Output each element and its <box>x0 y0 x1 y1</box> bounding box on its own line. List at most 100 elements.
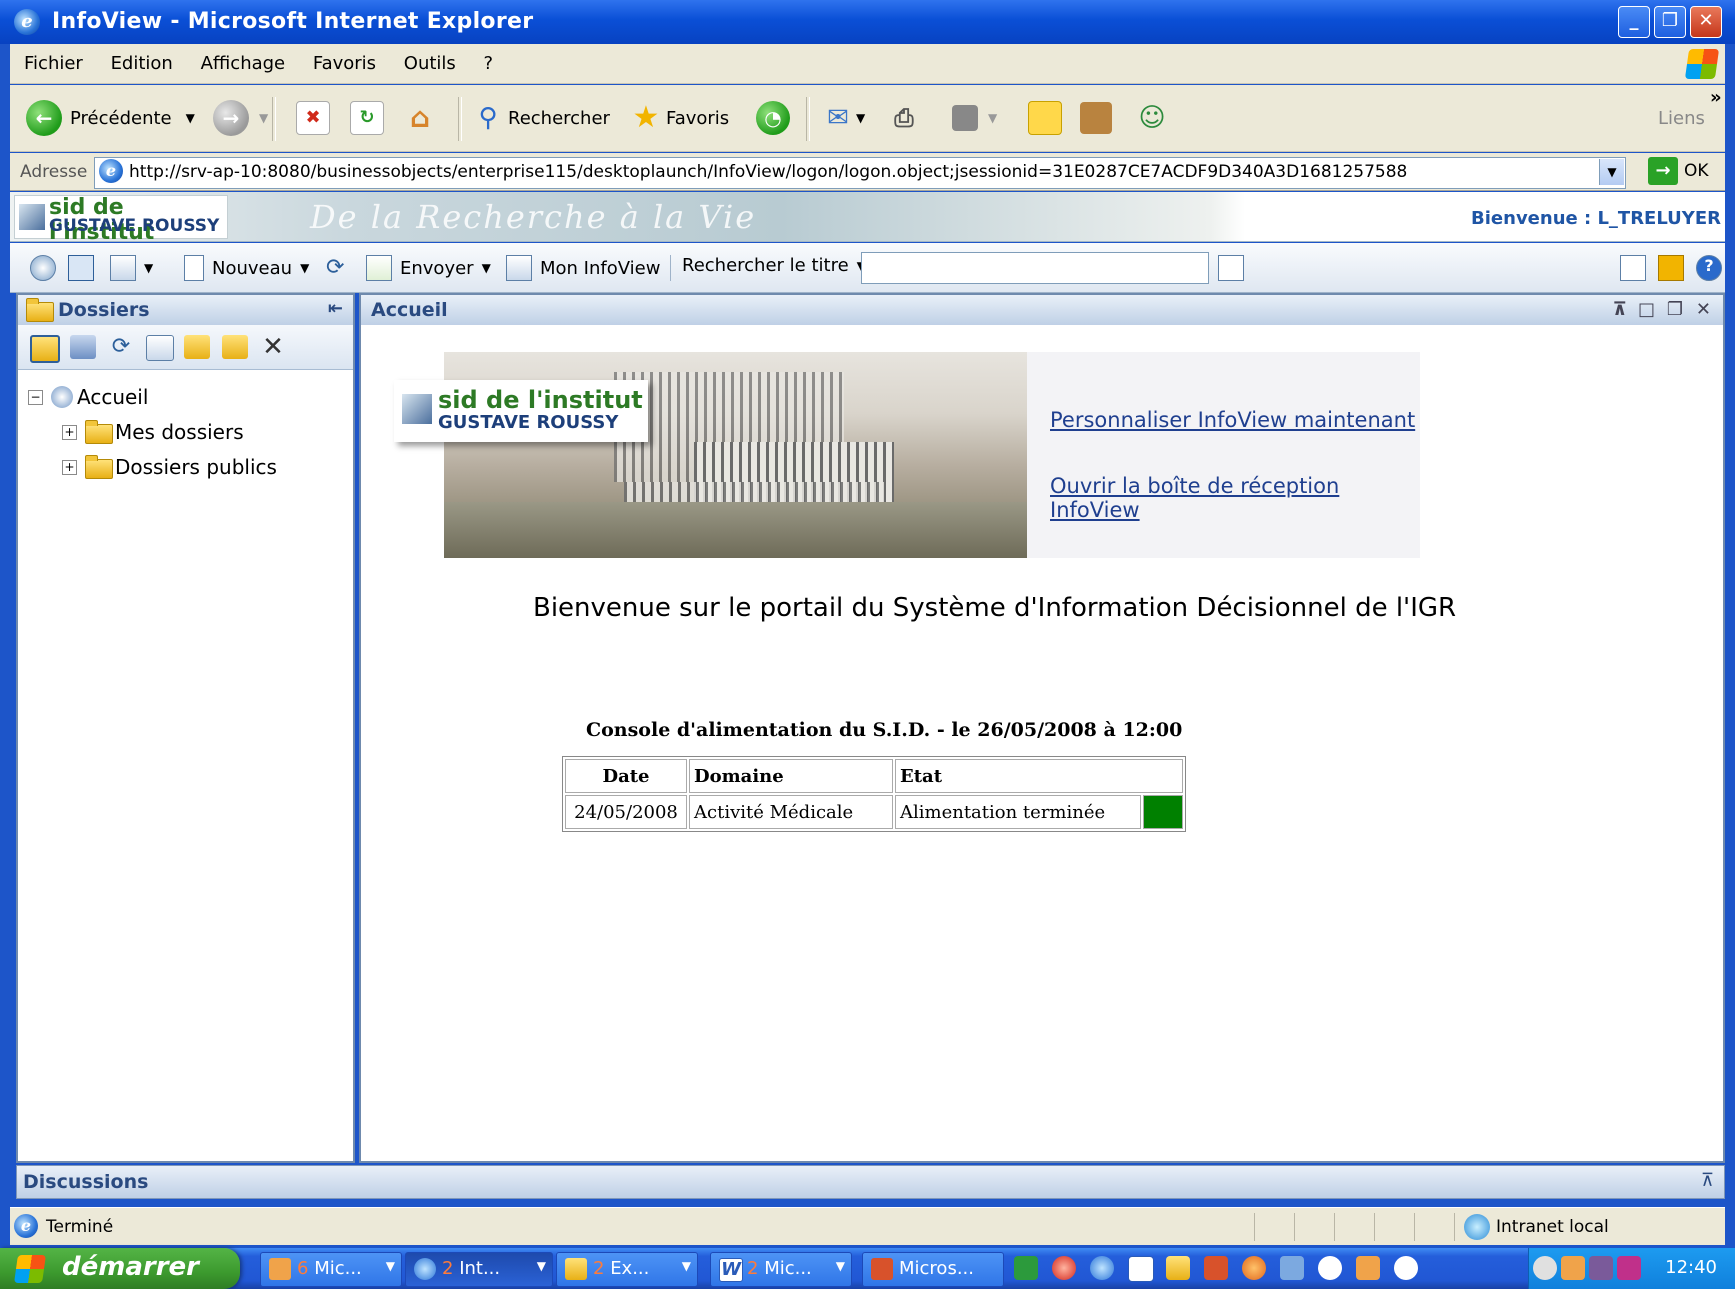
excel-icon[interactable] <box>1014 1256 1038 1280</box>
window-title-bar[interactable]: e InfoView - Microsoft Internet Explorer… <box>0 0 1735 44</box>
search-go-button[interactable] <box>1218 255 1252 281</box>
network-icon[interactable] <box>1589 1256 1613 1280</box>
logo-line-2: GUSTAVE ROUSSY <box>438 412 619 433</box>
maximize-icon[interactable]: □ <box>1638 299 1655 320</box>
task-button-internet-explorer[interactable]: 2 Int... ▼ <box>405 1252 553 1287</box>
send-button[interactable]: Envoyer ▼ <box>366 255 491 281</box>
help-button[interactable]: ? <box>1696 255 1730 281</box>
home-button[interactable] <box>30 255 64 281</box>
print-button[interactable]: ⎙ <box>888 98 920 138</box>
list-view-button[interactable] <box>68 255 102 281</box>
menu-edition[interactable]: Edition <box>111 44 173 84</box>
close-button[interactable]: ✕ <box>1690 6 1722 38</box>
forward-button[interactable]: → ▼ <box>213 98 268 138</box>
security-icon[interactable] <box>1617 1256 1641 1280</box>
messenger-icon: ☺ <box>1138 103 1166 133</box>
new-button[interactable]: Nouveau ▼ <box>184 255 309 281</box>
favorites-button[interactable]: ★ Favoris <box>630 98 730 138</box>
close-icon[interactable]: ✕ <box>1696 299 1711 320</box>
chevron-left-icon[interactable] <box>1533 1256 1557 1280</box>
expand-icon[interactable]: + <box>62 424 77 440</box>
menu-affichage[interactable]: Affichage <box>201 44 286 84</box>
task-button-outlook[interactable]: 6 Mic... ▼ <box>260 1252 402 1287</box>
refresh-folder-icon[interactable]: ⟳ <box>108 335 134 359</box>
tree-item-accueil[interactable]: − Accueil <box>28 385 148 409</box>
send-label: Envoyer <box>400 257 474 279</box>
chevron-down-icon: ▼ <box>185 111 195 125</box>
home-button[interactable]: ⌂ <box>404 98 436 138</box>
outlook-tray-icon[interactable] <box>1561 1256 1585 1280</box>
status-text: Terminé <box>46 1217 114 1237</box>
open-folder-icon[interactable] <box>70 335 96 359</box>
notes-button[interactable] <box>1028 98 1062 138</box>
chevron-down-icon: ▼ <box>144 261 154 275</box>
windows-logo-icon <box>14 1255 46 1283</box>
menu-fichier[interactable]: Fichier <box>24 44 83 84</box>
logo-icon <box>402 394 432 424</box>
task-button-word[interactable]: W 2 Mic... ▼ <box>710 1252 852 1287</box>
tree-item-dossiers-publics[interactable]: + Dossiers publics <box>62 455 277 479</box>
research-button[interactable] <box>1080 98 1112 138</box>
start-button[interactable]: démarrer <box>0 1248 240 1289</box>
expand-discussions-icon[interactable]: ⊼ <box>1701 1170 1714 1191</box>
properties-icon[interactable] <box>146 335 174 361</box>
record-icon[interactable] <box>1052 1256 1076 1280</box>
powerpoint-icon[interactable] <box>1204 1256 1228 1280</box>
history-button[interactable]: ◔ <box>756 98 790 138</box>
task-button-powerpoint[interactable]: Micros... <box>862 1252 1004 1287</box>
new-document-icon <box>184 255 204 281</box>
personalize-infoview-link[interactable]: Personnaliser InfoView maintenant <box>1050 408 1415 432</box>
preferences-button[interactable] <box>1620 255 1654 281</box>
refresh-button[interactable]: ⟳ <box>326 255 344 280</box>
media-player-icon[interactable] <box>1394 1256 1418 1280</box>
tree-item-mes-dossiers[interactable]: + Mes dossiers <box>62 420 244 444</box>
task-button-explorer[interactable]: 2 Ex... ▼ <box>556 1252 698 1287</box>
mail-button[interactable]: ✉ ▼ <box>822 98 865 138</box>
links-button[interactable]: Liens <box>1658 98 1705 138</box>
expand-icon[interactable]: + <box>62 459 77 475</box>
restore-button[interactable]: ❐ <box>1654 6 1686 38</box>
menu-outils[interactable]: Outils <box>404 44 456 84</box>
menu-favoris[interactable]: Favoris <box>313 44 376 84</box>
word-icon[interactable] <box>1128 1256 1154 1282</box>
word-icon: W <box>719 1258 743 1282</box>
search-title-dropdown[interactable]: Rechercher le titre ▼ <box>682 255 866 276</box>
move-folder-icon[interactable] <box>184 335 210 359</box>
firefox-icon[interactable] <box>1242 1256 1266 1280</box>
go-button[interactable]: → OK <box>1648 157 1709 185</box>
new-folder-icon[interactable] <box>30 335 60 363</box>
ie-icon[interactable] <box>1090 1256 1114 1280</box>
open-inbox-link[interactable]: Ouvrir la boîte de réception InfoView <box>1050 474 1420 522</box>
search-title-input[interactable] <box>861 252 1209 284</box>
details-view-icon <box>110 255 136 281</box>
clock: 12:40 <box>1665 1257 1717 1278</box>
chevron-down-icon[interactable]: ▼ <box>1599 159 1624 185</box>
discussions-bar[interactable]: Discussions ⊼ <box>16 1165 1725 1199</box>
collapse-icon[interactable]: − <box>28 389 43 405</box>
menu-help[interactable]: ? <box>484 44 494 84</box>
folder-icon[interactable] <box>1166 1256 1190 1280</box>
copy-folder-icon[interactable] <box>222 335 248 359</box>
back-button[interactable]: ← Précédente ▼ <box>26 98 195 138</box>
search-button[interactable]: ⚲ Rechercher <box>472 98 609 138</box>
refresh-button[interactable]: ↻ <box>350 98 384 138</box>
address-input[interactable]: e http://srv-ap-10:8080/businessobjects/… <box>94 157 1626 189</box>
restore-icon[interactable]: ❐ <box>1667 299 1683 320</box>
logout-button[interactable] <box>1658 255 1692 281</box>
my-infoview-button[interactable]: Mon InfoView <box>506 255 660 281</box>
task-label: 2 Mic... <box>747 1258 812 1279</box>
messenger-button[interactable]: ☺ <box>1136 98 1168 138</box>
details-view-button[interactable]: ▼ <box>110 255 153 281</box>
app-icon[interactable] <box>1280 1256 1304 1280</box>
pin-icon[interactable]: ⊼ <box>1612 299 1627 320</box>
collapse-panel-icon[interactable]: ⇤ <box>328 298 343 319</box>
info-icon[interactable] <box>1318 1256 1342 1280</box>
outlook-icon[interactable] <box>1356 1256 1380 1280</box>
status-divider <box>1454 1213 1455 1241</box>
delete-icon[interactable]: ✕ <box>260 334 286 360</box>
chevron-more-icon[interactable]: » <box>1710 87 1722 108</box>
stop-button[interactable]: ✖ <box>296 98 330 138</box>
page-icon: e <box>14 1214 38 1238</box>
minimize-button[interactable]: _ <box>1618 6 1650 38</box>
edit-button[interactable]: ▼ <box>952 98 997 138</box>
